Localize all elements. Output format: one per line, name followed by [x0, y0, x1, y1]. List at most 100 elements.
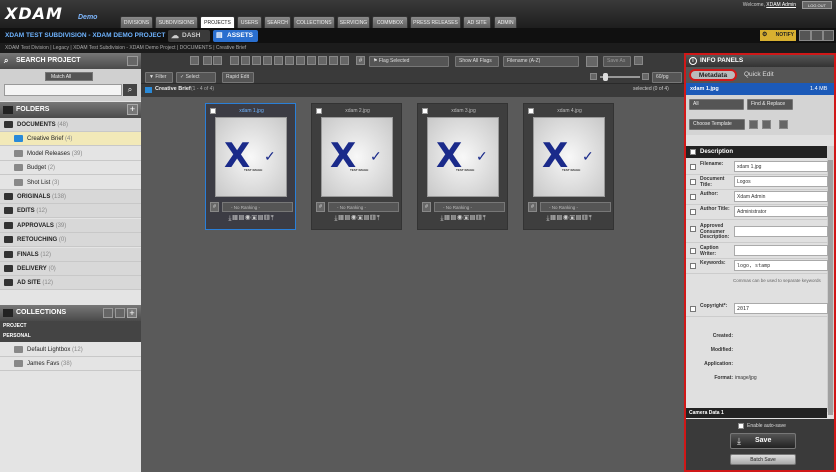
zoom-slider-handle[interactable]	[603, 73, 608, 81]
folder-item[interactable]: AD SITE (12)	[0, 276, 141, 291]
rotate-right-icon[interactable]	[307, 56, 316, 65]
share-collections-icon[interactable]	[115, 308, 125, 318]
search-input[interactable]	[4, 84, 122, 96]
add-template-icon[interactable]	[762, 120, 771, 129]
folder-item[interactable]: DOCUMENTS (48)	[0, 118, 141, 132]
folder-item[interactable]: APPROVALS (39)	[0, 218, 141, 233]
tool-icon-10[interactable]	[329, 56, 338, 65]
tool-icon-4[interactable]	[263, 56, 272, 65]
layout-toggle-1[interactable]	[799, 30, 811, 41]
save-button[interactable]: ⤓ Save	[730, 433, 796, 449]
fullscreen-icon[interactable]	[586, 56, 598, 67]
asset-card[interactable]: xdam 3.jpg X ✓ TEST IMAGE # - No Ranking - ⤓▦▤…	[417, 103, 508, 230]
field-input[interactable]: logo, stamp	[734, 260, 828, 271]
filter-collections-icon[interactable]	[103, 308, 113, 318]
ranking-select[interactable]: - No Ranking -	[328, 202, 399, 212]
asset-action-icons[interactable]: ⤓▦▤◉▣▤▥⤒	[422, 215, 505, 225]
user-link[interactable]: XDAM Admin	[766, 2, 796, 8]
ranking-select[interactable]: - No Ranking -	[540, 202, 611, 212]
grid-view-icon[interactable]	[230, 56, 239, 65]
field-input[interactable]: Logos	[734, 176, 828, 187]
folder-item[interactable]: ORIGINALS (138)	[0, 190, 141, 204]
show-flags-button[interactable]: Show All Flags	[455, 56, 499, 67]
layout-toggle-2[interactable]	[811, 30, 823, 41]
tab-divisions[interactable]: DIVISIONS	[120, 16, 153, 28]
field-checkbox[interactable]	[690, 248, 696, 254]
tab-ad-site[interactable]: AD SITE	[463, 16, 491, 28]
field-input[interactable]	[734, 226, 828, 237]
tab-metadata[interactable]: Metadata	[689, 69, 737, 81]
tab-admin[interactable]: ADMIN	[494, 16, 517, 28]
breadcrumb[interactable]: XDAM Test Division | Legacy | XDAM Test …	[0, 43, 836, 53]
tab-commbox[interactable]: COMMBOX	[372, 16, 408, 28]
asset-action-icons[interactable]: ⤓▦▤◉▣▤▥⤒	[528, 215, 611, 225]
edit-template-icon[interactable]	[749, 120, 758, 129]
select-menu[interactable]: ✓ Select	[176, 72, 216, 83]
tab-servicing[interactable]: SERVICING	[337, 16, 370, 28]
camera-section[interactable]: Camera Data 1	[686, 408, 827, 418]
folder-item[interactable]: EDITS (12)	[0, 204, 141, 219]
batch-save-button[interactable]: Batch Save	[730, 454, 796, 465]
field-input[interactable]: 2017	[734, 303, 828, 314]
list-view-icon[interactable]	[241, 56, 250, 65]
asset-action-icons[interactable]: ⤓▦▤◉▣▤▥⤒	[210, 215, 293, 225]
hash-icon[interactable]: #	[356, 56, 365, 65]
zoom-out-icon[interactable]	[590, 73, 597, 80]
tab-projects[interactable]: PROJECTS	[200, 16, 235, 28]
asset-action-icons[interactable]: ⤓▦▤◉▣▤▥⤒	[316, 215, 399, 225]
tab-collections[interactable]: COLLECTIONS	[293, 16, 335, 28]
tab-quick-edit[interactable]: Quick Edit	[744, 71, 774, 78]
asset-card[interactable]: xdam 2.jpg X ✓ TEST IMAGE # - No Ranking - ⤓▦▤…	[311, 103, 402, 230]
tab-search[interactable]: SEARCH	[264, 16, 291, 28]
menu-icon[interactable]	[127, 56, 138, 66]
folder-item[interactable]: Shot List (3)	[0, 175, 141, 190]
rapid-edit-button[interactable]: Rapid Edit	[222, 72, 254, 83]
folder-item[interactable]: Creative Brief (4)	[0, 132, 141, 147]
save-as-button[interactable]: Save As	[603, 56, 631, 67]
upload-icon[interactable]	[203, 56, 212, 65]
flag-select[interactable]: ⚑ Flag Selected	[369, 56, 449, 67]
folder-item[interactable]: Budget (2)	[0, 161, 141, 176]
match-select[interactable]: Match All	[45, 72, 93, 81]
asset-card[interactable]: xdam 4.jpg X ✓ TEST IMAGE # - No Ranking - ⤓▦▤…	[523, 103, 614, 230]
ranking-select[interactable]: - No Ranking -	[222, 202, 293, 212]
logout-button[interactable]: LOG OUT	[802, 1, 832, 9]
asset-thumbnail[interactable]: X ✓ TEST IMAGE	[321, 117, 393, 197]
rotate-left-icon[interactable]	[296, 56, 305, 65]
asset-thumbnail[interactable]: X ✓ TEST IMAGE	[427, 117, 499, 197]
field-filter-select[interactable]: All	[689, 99, 744, 110]
hash-icon[interactable]: #	[528, 202, 537, 212]
hash-icon[interactable]: #	[422, 202, 431, 212]
asset-thumbnail[interactable]: X ✓ TEST IMAGE	[533, 117, 605, 197]
collection-item[interactable]: James Favs (38)	[0, 357, 141, 371]
add-folder-button[interactable]: +	[127, 104, 138, 115]
tab-dash[interactable]: ☁ DASH	[168, 30, 210, 42]
hash-icon[interactable]: #	[210, 202, 219, 212]
tool-icon-5[interactable]	[274, 56, 283, 65]
tool-icon-11[interactable]	[340, 56, 349, 65]
tab-press-releases[interactable]: PRESS RELEASES	[410, 16, 461, 28]
detail-view-icon[interactable]	[252, 56, 261, 65]
find-replace-button[interactable]: Find & Replace	[747, 99, 793, 110]
sort-select[interactable]: Filename (A-Z)	[503, 56, 579, 67]
autosave-checkbox[interactable]	[738, 423, 744, 429]
asset-thumbnail[interactable]: X ✓ TEST IMAGE	[215, 117, 287, 197]
choose-template-select[interactable]: Choose Template	[689, 119, 745, 130]
folder-item[interactable]: Model Releases (39)	[0, 146, 141, 161]
download-icon[interactable]	[213, 56, 222, 65]
field-input[interactable]: Xdam Admin	[734, 191, 828, 202]
filter-button[interactable]: ▼ Filter	[145, 72, 173, 83]
tab-assets[interactable]: ▤ ASSETS	[213, 30, 258, 42]
field-input[interactable]: Administrator	[734, 206, 828, 217]
field-checkbox[interactable]	[690, 209, 696, 215]
meta-scrollbar-thumb[interactable]	[828, 160, 833, 415]
zoom-in-icon[interactable]	[642, 73, 649, 80]
field-checkbox[interactable]	[690, 226, 696, 232]
tab-users[interactable]: USERS	[237, 16, 262, 28]
field-input[interactable]	[734, 245, 828, 256]
folder-item[interactable]: FINALS (12)	[0, 247, 141, 262]
hash-icon[interactable]: #	[316, 202, 325, 212]
add-collection-button[interactable]: +	[127, 308, 137, 318]
collection-item[interactable]: Default Lightbox (12)	[0, 343, 141, 357]
folder-item[interactable]: DELIVERY (0)	[0, 262, 141, 276]
